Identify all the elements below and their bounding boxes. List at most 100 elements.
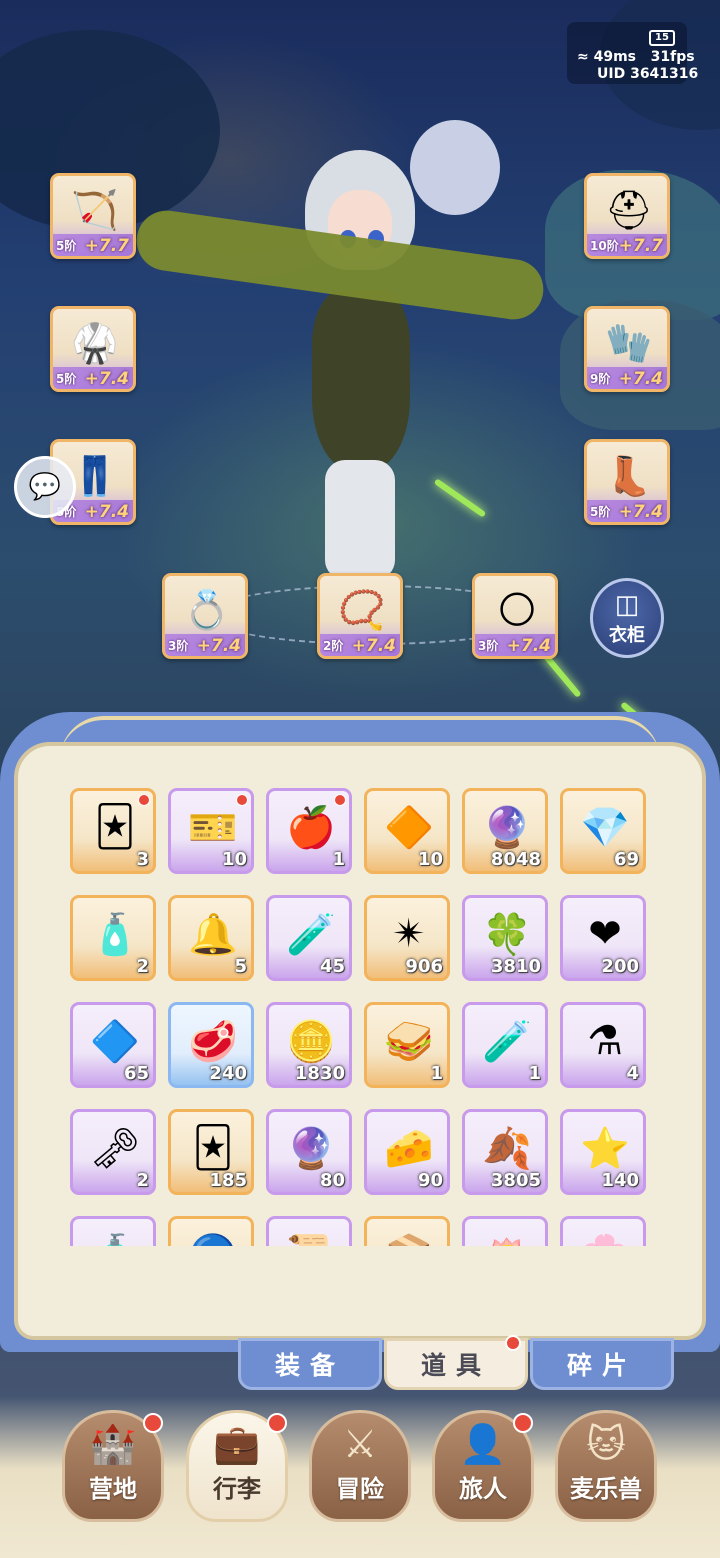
inventory-item[interactable]: 🔵 <box>168 1216 254 1246</box>
inventory-item[interactable]: ⚗ 4 <box>560 1002 646 1088</box>
equip-slot-necklace[interactable]: 📿 2阶 +7.4 <box>317 573 403 659</box>
tab-fragments[interactable]: 碎片 <box>530 1338 674 1390</box>
wardrobe-button[interactable]: ◫ 衣柜 <box>590 578 664 658</box>
inventory-item[interactable]: 🔔 5 <box>168 895 254 981</box>
equip-slot-weapon[interactable]: 🏹 5阶 +7.7 <box>50 173 136 259</box>
tab-label: 装备 <box>274 1351 345 1380</box>
tier-label: 3阶 <box>478 639 499 653</box>
bow-icon: 🏹 <box>71 187 119 232</box>
inventory-item[interactable]: 🥪 1 <box>364 1002 450 1088</box>
uid-label: UID 3641316 <box>597 66 699 82</box>
inventory-item[interactable]: 🍂 3805 <box>462 1109 548 1195</box>
inventory-item[interactable]: 🍎 1 <box>266 788 352 874</box>
inventory-item[interactable]: 🎫 10 <box>168 788 254 874</box>
nav-label: 行李 <box>213 1475 261 1503</box>
cat-eye-orb-icon: 🔮 <box>286 1125 336 1172</box>
item-count: 2 <box>136 1170 149 1191</box>
item-count: 80 <box>319 1170 345 1191</box>
enhance-label: +7.4 <box>84 502 129 522</box>
inventory-item[interactable]: 🌸 <box>560 1216 646 1246</box>
battery-icon: 15 <box>649 30 675 46</box>
inventory-item[interactable]: 🥩 240 <box>168 1002 254 1088</box>
inventory-item[interactable]: 🍀 3810 <box>462 895 548 981</box>
tier-label: 5阶 <box>56 372 77 386</box>
meat-icon: 🥩 <box>188 1018 238 1065</box>
wardrobe-label: 衣柜 <box>609 625 645 646</box>
item-count: 5 <box>234 956 247 977</box>
inventory-item[interactable]: 🃏 3 <box>70 788 156 874</box>
nav-label: 冒险 <box>336 1475 384 1503</box>
chat-button[interactable]: 💬 <box>14 456 76 518</box>
gold-gem-icon: 🔶 <box>384 804 434 851</box>
enhance-label: +7.7 <box>84 236 129 256</box>
player-character[interactable] <box>250 140 470 610</box>
notification-dot <box>334 794 346 806</box>
item-count: 4 <box>626 1063 639 1084</box>
inventory-item[interactable]: 🧴 <box>70 1216 156 1246</box>
nav-pets[interactable]: 🐱 麦乐兽 <box>555 1410 657 1522</box>
earring-icon: 🌕 <box>497 588 537 632</box>
inventory-item[interactable]: 🪷 <box>462 1216 548 1246</box>
item-count: 906 <box>405 956 443 977</box>
nav-label: 麦乐兽 <box>570 1475 642 1503</box>
inventory-item[interactable]: 🔷 65 <box>70 1002 156 1088</box>
inventory-item[interactable]: 🔮 80 <box>266 1109 352 1195</box>
inventory-item[interactable]: ❤ 200 <box>560 895 646 981</box>
nav-bag[interactable]: 💼 行李 <box>186 1410 288 1522</box>
purple-gem-icon: 🔷 <box>90 1018 140 1065</box>
item-count: 3805 <box>490 1170 541 1191</box>
item-count: 1 <box>332 849 345 870</box>
partial-item-icon: 🧴 <box>87 1229 143 1247</box>
nav-traveler[interactable]: 👤 旅人 <box>432 1410 534 1522</box>
chat-bubble-icon: 💬 <box>28 472 62 502</box>
necklace-icon: 📿 <box>338 587 386 632</box>
inventory-item[interactable]: 🗝 2 <box>70 1109 156 1195</box>
item-count: 240 <box>209 1063 247 1084</box>
inventory-item[interactable]: ✴ 906 <box>364 895 450 981</box>
crystal-icon: 💎 <box>580 804 630 851</box>
enhance-label: +7.4 <box>84 369 129 389</box>
potion-icon: 🧪 <box>286 911 336 958</box>
tier-label: 5阶 <box>56 239 77 253</box>
inventory-item[interactable]: 🔶 10 <box>364 788 450 874</box>
inventory-item[interactable]: ⭐ 140 <box>560 1109 646 1195</box>
nav-label: 旅人 <box>459 1475 507 1503</box>
wifi-icon: ≈ <box>577 49 589 65</box>
equip-slot-earring[interactable]: 🌕 3阶 +7.4 <box>472 573 558 659</box>
inventory-item[interactable]: 📜 <box>266 1216 352 1246</box>
inventory-item[interactable]: 💎 69 <box>560 788 646 874</box>
enhance-label: +7.7 <box>618 236 663 256</box>
fps-value: 31fps <box>650 49 695 65</box>
inventory-item[interactable]: 🪙 1830 <box>266 1002 352 1088</box>
item-count: 2 <box>136 956 149 977</box>
gold-leaf-icon: 🍂 <box>482 1125 532 1172</box>
item-count: 200 <box>601 956 639 977</box>
inventory-item[interactable]: 🃏 185 <box>168 1109 254 1195</box>
key-icon: 🗝 <box>89 1125 141 1172</box>
inventory-item[interactable]: 🧴 2 <box>70 895 156 981</box>
nav-adventure[interactable]: ⚔ 冒险 <box>309 1410 411 1522</box>
item-count: 45 <box>319 956 345 977</box>
item-count: 90 <box>417 1170 443 1191</box>
inventory-item[interactable]: 🧀 90 <box>364 1109 450 1195</box>
equip-slot-helmet[interactable]: ⛑ 10阶 +7.7 <box>584 173 670 259</box>
partial-item-icon: 📜 <box>283 1229 339 1247</box>
inventory-item[interactable]: 📦 <box>364 1216 450 1246</box>
heart-coin-icon: 🪙 <box>286 1018 336 1065</box>
equip-slot-boots[interactable]: 👢 5阶 +7.4 <box>584 439 670 525</box>
tier-label: 5阶 <box>590 505 611 519</box>
tab-items[interactable]: 道具 <box>384 1335 528 1390</box>
tier-label: 9阶 <box>590 372 611 386</box>
equip-slot-ring[interactable]: 💍 3阶 +7.4 <box>162 573 248 659</box>
equip-slot-armor[interactable]: 🥋 5阶 +7.4 <box>50 306 136 392</box>
equip-slot-gloves[interactable]: 🧤 9阶 +7.4 <box>584 306 670 392</box>
inventory-item[interactable]: 🧪 1 <box>462 1002 548 1088</box>
inventory-item[interactable]: 🔮 8048 <box>462 788 548 874</box>
notification-dot <box>143 1413 163 1433</box>
tab-equipment[interactable]: 装备 <box>238 1338 382 1390</box>
notification-dot <box>267 1413 287 1433</box>
nav-camp[interactable]: 🏰 营地 <box>62 1410 164 1522</box>
inventory-item[interactable]: 🧪 45 <box>266 895 352 981</box>
inventory-grid[interactable]: 🃏 3 🎫 10 🍎 1 🔶 10 🔮 8048 💎 69 🧴 2 🔔 5 🧪 45 ✴ 906 🍀 3810 ❤ 200 🔷 6… <box>70 788 654 1246</box>
heart-icon: ❤ <box>588 911 622 957</box>
